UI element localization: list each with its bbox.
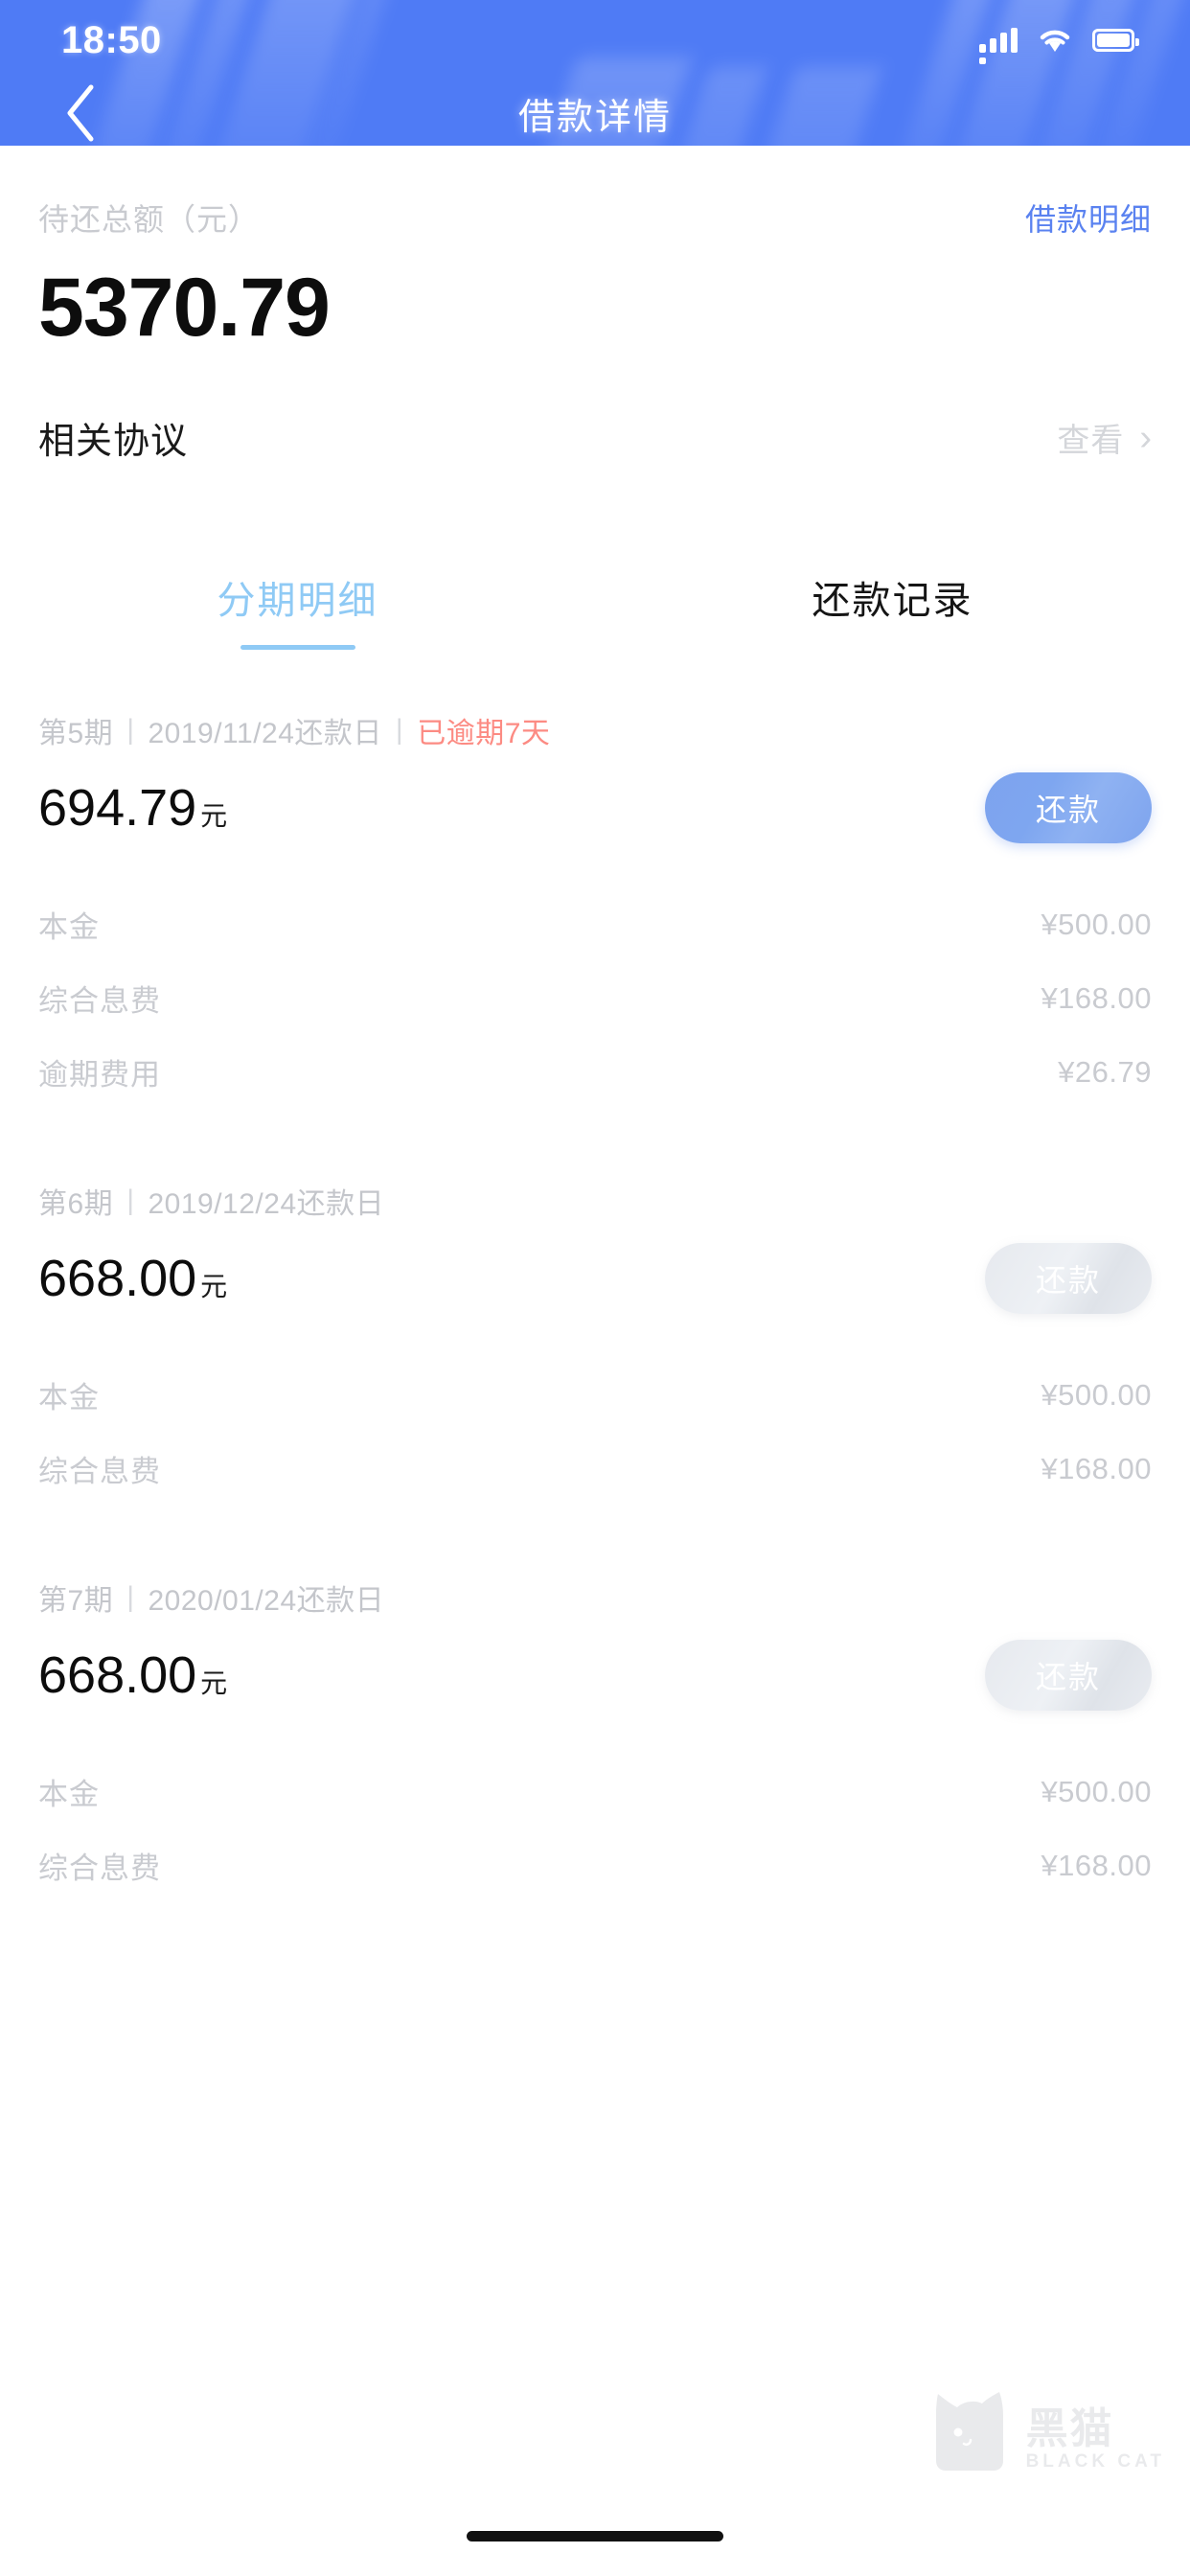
meta-separator: | xyxy=(126,714,135,746)
installment-period: 第5期 xyxy=(38,718,114,749)
breakdown-label: 本金 xyxy=(38,1381,100,1414)
agreement-row[interactable]: 相关协议 查看 › xyxy=(0,411,1190,464)
installment-list: 第5期 | 2019/11/24还款日 | 已逾期7天 694.79 元 还款 … xyxy=(0,709,1190,1902)
installment-amount-unit: 元 xyxy=(200,1272,228,1301)
tab-active-indicator xyxy=(240,645,355,650)
breakdown-row: 本金 ¥500.00 xyxy=(38,1358,1152,1432)
loan-detail-screen: 18:50 借款详情 待还总额（元） 借款明细 5370.79 相关协议 查看 … xyxy=(0,0,1190,2576)
repay-button[interactable]: 还款 xyxy=(985,772,1152,843)
breakdown-label: 本金 xyxy=(38,1778,100,1811)
installment-amount: 668.00 元 xyxy=(38,1249,227,1308)
breakdown-row: 逾期费用 ¥26.79 xyxy=(38,1035,1152,1109)
watermark-cn-text: 黑猫 xyxy=(1025,2404,1114,2452)
back-button[interactable] xyxy=(42,75,119,146)
breakdown-row: 本金 ¥500.00 xyxy=(38,887,1152,961)
installment-breakdown: 本金 ¥500.00 综合息费 ¥168.00 xyxy=(38,1358,1152,1506)
meta-separator: | xyxy=(126,1184,135,1216)
installment-meta: 第7期 | 2020/01/24还款日 xyxy=(38,1576,1152,1619)
signal-icon xyxy=(979,28,1018,64)
breakdown-label: 逾期费用 xyxy=(38,1058,161,1092)
installment-amount: 668.00 元 xyxy=(38,1645,227,1705)
agreement-label: 相关协议 xyxy=(38,422,189,462)
breakdown-value: ¥168.00 xyxy=(1041,1848,1152,1882)
navigation-bar: 借款详情 xyxy=(0,80,1190,146)
summary-section: 待还总额（元） 借款明细 5370.79 xyxy=(0,146,1190,356)
watermark-en-text: BLACK CAT xyxy=(1025,2451,1165,2472)
breakdown-label: 综合息费 xyxy=(38,1852,161,1885)
status-bar: 18:50 xyxy=(0,0,1190,80)
breakdown-row: 综合息费 ¥168.00 xyxy=(38,961,1152,1035)
total-due-amount: 5370.79 xyxy=(38,262,331,354)
installment-period: 第6期 xyxy=(38,1188,114,1220)
tab-label: 还款记录 xyxy=(812,580,973,622)
installment-meta: 第5期 | 2019/11/24还款日 | 已逾期7天 xyxy=(38,709,1152,751)
breakdown-label: 综合息费 xyxy=(38,1455,161,1488)
tab-installment-detail[interactable]: 分期明细 xyxy=(0,569,595,650)
installment-amount-value: 694.79 xyxy=(38,779,197,837)
tab-repayment-record[interactable]: 还款记录 xyxy=(595,569,1190,650)
breakdown-value: ¥500.00 xyxy=(1041,907,1152,941)
installment-due-date: 2019/11/24还款日 xyxy=(148,718,382,749)
total-due-label: 待还总额（元） xyxy=(38,202,261,237)
installment-amount-value: 668.00 xyxy=(38,1646,197,1704)
wifi-icon xyxy=(1039,28,1071,53)
installment-due-date: 2020/01/24还款日 xyxy=(148,1585,385,1617)
list-item: 第7期 | 2020/01/24还款日 668.00 元 还款 本金 ¥500.… xyxy=(0,1576,1190,1902)
installment-amount-unit: 元 xyxy=(200,1668,228,1698)
chevron-right-icon: › xyxy=(1139,417,1152,458)
breakdown-value: ¥26.79 xyxy=(1058,1054,1152,1089)
installment-breakdown: 本金 ¥500.00 综合息费 ¥168.00 xyxy=(38,1755,1152,1902)
meta-separator: | xyxy=(126,1581,135,1613)
repay-button[interactable]: 还款 xyxy=(985,1640,1152,1711)
breakdown-value: ¥500.00 xyxy=(1041,1377,1152,1412)
breakdown-value: ¥500.00 xyxy=(1041,1774,1152,1808)
breakdown-label: 本金 xyxy=(38,910,100,944)
tab-bar: 分期明细 还款记录 xyxy=(0,569,1190,650)
installment-meta: 第6期 | 2019/12/24还款日 xyxy=(38,1180,1152,1222)
installment-amount: 694.79 元 xyxy=(38,778,227,838)
page-title: 借款详情 xyxy=(517,97,672,138)
watermark: 黑猫 BLACK CAT xyxy=(932,2390,1165,2472)
status-clock: 18:50 xyxy=(61,18,162,61)
installment-breakdown: 本金 ¥500.00 综合息费 ¥168.00 逾期费用 ¥26.79 xyxy=(38,887,1152,1109)
breakdown-row: 综合息费 ¥168.00 xyxy=(38,1432,1152,1506)
chevron-left-icon xyxy=(67,84,94,142)
breakdown-row: 综合息费 ¥168.00 xyxy=(38,1828,1152,1902)
installment-due-date: 2019/12/24还款日 xyxy=(148,1188,385,1220)
app-header: 18:50 借款详情 xyxy=(0,0,1190,146)
installment-amount-value: 668.00 xyxy=(38,1250,197,1307)
agreement-view-label: 查看 xyxy=(1057,423,1125,459)
black-cat-logo-icon xyxy=(935,2392,1003,2471)
breakdown-value: ¥168.00 xyxy=(1041,1451,1152,1485)
breakdown-label: 综合息费 xyxy=(38,984,161,1018)
list-item: 第5期 | 2019/11/24还款日 | 已逾期7天 694.79 元 还款 … xyxy=(0,709,1190,1109)
tab-label: 分期明细 xyxy=(217,580,378,622)
loan-detail-link[interactable]: 借款明细 xyxy=(1025,196,1152,240)
breakdown-value: ¥168.00 xyxy=(1041,980,1152,1015)
status-badge: 已逾期7天 xyxy=(417,718,551,749)
installment-period: 第7期 xyxy=(38,1585,114,1617)
list-item: 第6期 | 2019/12/24还款日 668.00 元 还款 本金 ¥500.… xyxy=(0,1180,1190,1506)
installment-amount-unit: 元 xyxy=(200,801,228,831)
meta-separator: | xyxy=(395,714,404,746)
home-indicator[interactable] xyxy=(467,2531,723,2542)
repay-button[interactable]: 还款 xyxy=(985,1243,1152,1314)
battery-icon xyxy=(1092,29,1139,52)
breakdown-row: 本金 ¥500.00 xyxy=(38,1755,1152,1828)
